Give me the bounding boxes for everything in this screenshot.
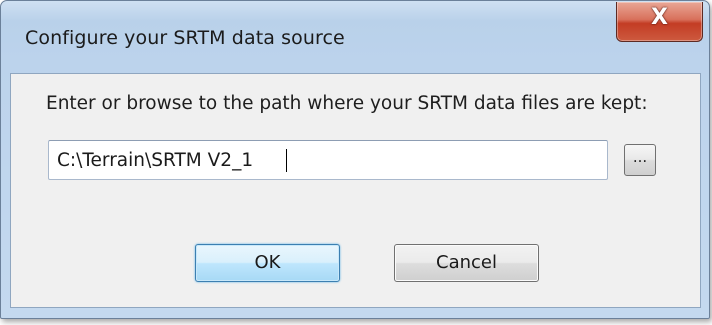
dialog-title: Configure your SRTM data source: [25, 27, 345, 49]
text-caret: [286, 149, 287, 172]
close-icon: X: [651, 5, 668, 30]
dialog-body: Enter or browse to the path where your S…: [10, 73, 701, 308]
path-prompt-label: Enter or browse to the path where your S…: [46, 93, 648, 114]
srtm-path-input[interactable]: [48, 140, 608, 180]
cancel-button[interactable]: Cancel: [394, 244, 539, 282]
ok-button[interactable]: OK: [195, 244, 340, 282]
browse-button[interactable]: ...: [624, 144, 656, 176]
close-button[interactable]: X: [616, 2, 703, 42]
title-bar[interactable]: Configure your SRTM data source X: [1, 1, 709, 73]
dialog-window: Configure your SRTM data source X Enter …: [0, 0, 710, 319]
